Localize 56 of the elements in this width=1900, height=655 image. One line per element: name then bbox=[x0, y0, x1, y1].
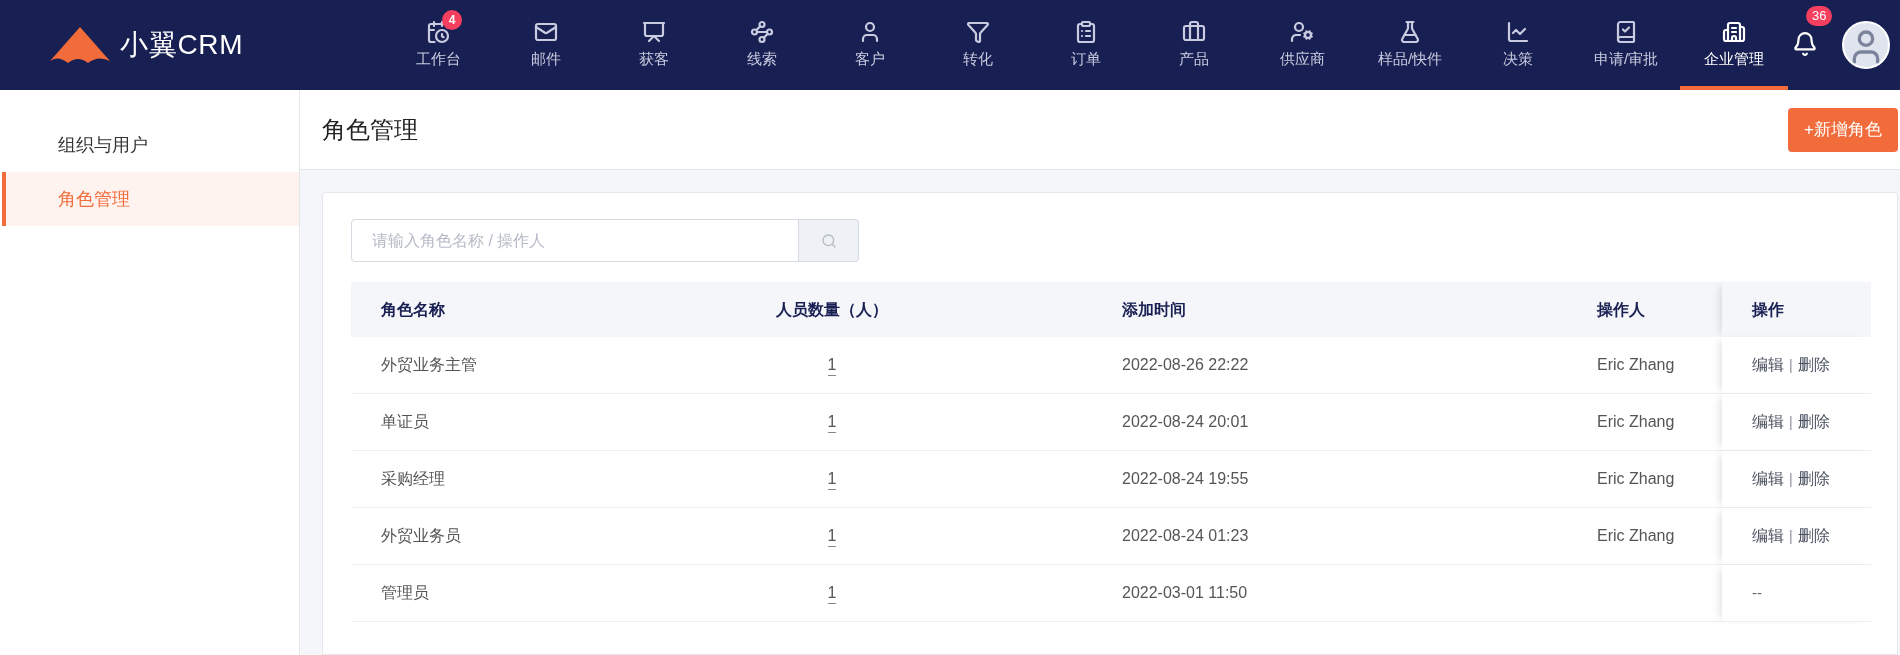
nav-tab[interactable]: 转化 bbox=[924, 0, 1032, 90]
nav-tab[interactable]: 产品 bbox=[1140, 0, 1248, 90]
column-header: 操作人 bbox=[1401, 282, 1722, 337]
search-icon bbox=[820, 232, 837, 249]
separator: | bbox=[1789, 526, 1793, 546]
separator: | bbox=[1789, 469, 1793, 489]
member-count-link[interactable]: 1 bbox=[827, 582, 837, 604]
bell-icon bbox=[1792, 30, 1818, 57]
action-link[interactable]: 删除 bbox=[1797, 410, 1830, 434]
action-link[interactable]: 编辑 bbox=[1752, 467, 1784, 491]
empty-value: -- bbox=[1752, 582, 1762, 603]
user-gear-icon bbox=[1290, 19, 1314, 44]
nav-tab[interactable]: 样品/快件 bbox=[1356, 0, 1464, 90]
search-field[interactable]: 请输入角色名称 / 操作人 bbox=[351, 219, 799, 262]
flask-icon bbox=[1398, 19, 1422, 44]
count-badge: 4 bbox=[442, 10, 462, 30]
nav-tab[interactable]: 订单 bbox=[1032, 0, 1140, 90]
member-count-link[interactable]: 1 bbox=[827, 354, 837, 376]
building-icon bbox=[1722, 19, 1746, 44]
logo-text: 小翼CRM bbox=[120, 28, 244, 62]
line-chart-icon bbox=[1506, 19, 1530, 44]
action-link[interactable]: 删除 bbox=[1797, 353, 1830, 377]
avatar[interactable] bbox=[1842, 21, 1890, 69]
action-link[interactable]: 删除 bbox=[1797, 524, 1830, 548]
column-header: 角色名称 bbox=[351, 282, 651, 337]
nav-tab[interactable]: 获客 bbox=[600, 0, 708, 90]
action-link[interactable]: 编辑 bbox=[1752, 353, 1784, 377]
separator: | bbox=[1789, 355, 1793, 375]
nav-tab[interactable]: 供应商 bbox=[1248, 0, 1356, 90]
nav-tab[interactable]: 线索 bbox=[708, 0, 816, 90]
count-badge: 36 bbox=[1806, 5, 1833, 26]
action-link[interactable]: 编辑 bbox=[1752, 410, 1784, 434]
checked-book-icon bbox=[1614, 19, 1638, 44]
nav-tab[interactable]: 邮件 bbox=[492, 0, 600, 90]
column-header: 人员数量（人） bbox=[651, 282, 1013, 337]
separator: | bbox=[1789, 412, 1793, 432]
nav-tab[interactable]: 决策 bbox=[1464, 0, 1572, 90]
member-count-link[interactable]: 1 bbox=[827, 468, 837, 490]
column-header: 操作 bbox=[1722, 282, 1871, 337]
page-title: 角色管理 bbox=[322, 114, 418, 145]
logo-icon bbox=[48, 25, 112, 65]
nav-tab[interactable]: 申请/审批 bbox=[1572, 0, 1680, 90]
filter-icon bbox=[966, 19, 990, 44]
route-icon bbox=[750, 19, 774, 44]
clipboard-icon bbox=[1074, 19, 1098, 44]
action-link[interactable]: 编辑 bbox=[1752, 524, 1784, 548]
nav-tab[interactable]: 工作台 4 bbox=[384, 0, 492, 90]
member-count-link[interactable]: 1 bbox=[827, 411, 837, 433]
briefcase-icon bbox=[1182, 19, 1206, 44]
member-count-link[interactable]: 1 bbox=[827, 525, 837, 547]
sidebar-item[interactable]: 组织与用户 bbox=[2, 118, 299, 172]
presentation-icon bbox=[642, 19, 666, 44]
action-link[interactable]: 删除 bbox=[1797, 467, 1830, 491]
nav-tab[interactable]: 客户 bbox=[816, 0, 924, 90]
calendar-clock-icon bbox=[426, 19, 450, 44]
column-header: 添加时间 bbox=[1013, 282, 1401, 337]
